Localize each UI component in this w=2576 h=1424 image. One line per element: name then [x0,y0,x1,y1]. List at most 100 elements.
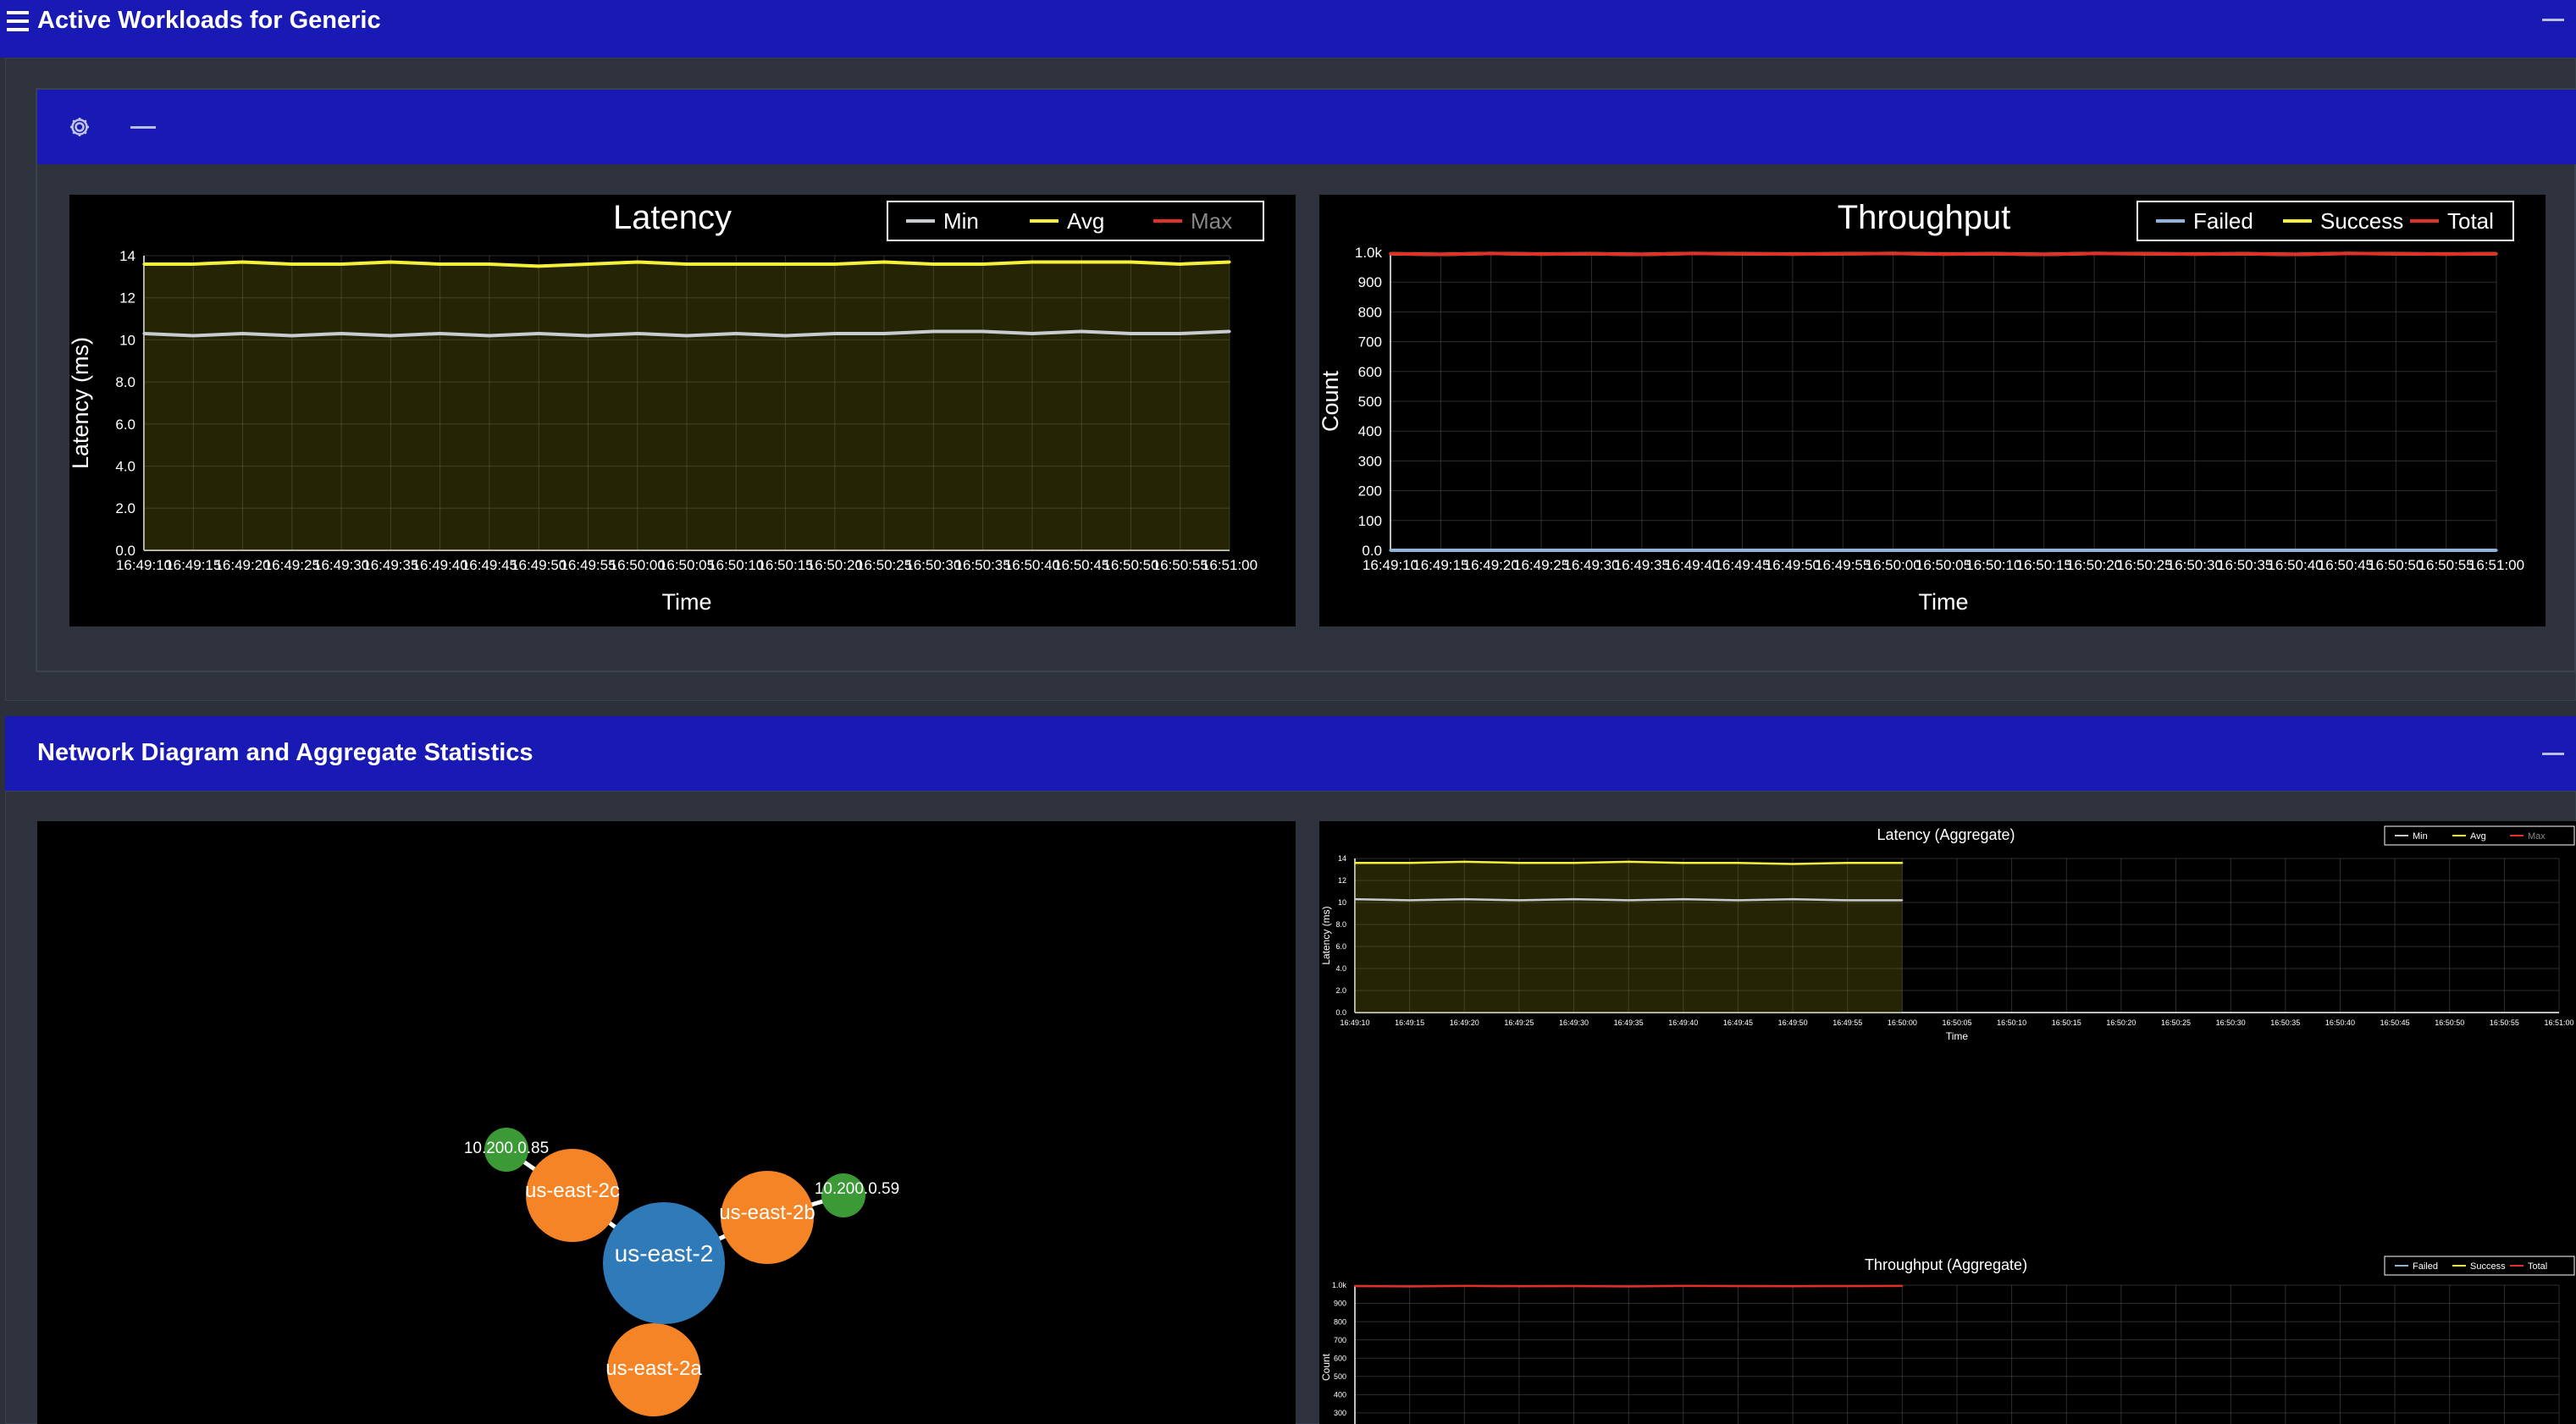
data-point-min [340,332,343,335]
data-point-avg [1628,860,1630,863]
x-tick-label: 16:50:30 [905,557,961,573]
y-tick-label: 900 [1358,274,1382,290]
throughput-aggregate-svg: 2003004005006007008009001.0kThroughput (… [1320,1256,2575,1424]
x-tick-label: 16:49:25 [264,557,320,573]
data-point-min [1408,899,1411,902]
data-point-failed [1640,549,1644,552]
x-tick-label: 16:50:25 [2161,1018,2191,1027]
data-point-total [1737,1285,1739,1288]
data-point-failed [1841,549,1844,552]
x-tick-label: 16:50:50 [1103,557,1158,573]
y-tick-label: 300 [1334,1409,1346,1417]
x-tick-label: 16:50:55 [2490,1018,2519,1027]
workloads-collapse-button[interactable] [2542,19,2564,21]
network-header: Network Diagram and Aggregate Statistics [5,716,2576,791]
data-point-total [1841,252,1844,256]
data-point-total [1640,252,1644,257]
x-tick-label: 16:50:50 [2435,1018,2464,1027]
data-point-total [1846,1285,1849,1288]
legend-label-total: Total [2528,1261,2547,1272]
data-point-failed [1892,549,1895,552]
x-tick-label: 16:49:35 [1614,557,1670,573]
data-point-total [1992,252,1995,256]
y-tick-label: 6.0 [115,417,135,433]
data-point-avg [586,262,590,266]
data-point-failed [1490,549,1493,552]
x-axis-label: Time [662,589,712,615]
x-tick-label: 16:49:20 [1463,557,1519,573]
data-point-min [1228,329,1231,334]
x-tick-label: 16:50:00 [1866,557,1921,573]
x-axis-label: Time [1919,589,1969,615]
x-tick-label: 16:49:45 [1723,1018,1753,1027]
data-point-total [2243,252,2247,256]
y-tick-label: 400 [1358,423,1382,439]
latency-chart-svg: 0.02.04.06.08.010121416:49:1016:49:1516:… [68,199,1264,615]
x-tick-label: 16:49:40 [1664,557,1720,573]
data-point-min [1792,898,1794,901]
x-tick-label: 16:50:20 [2066,557,2122,573]
charts-collapse-button[interactable] [130,126,156,129]
x-tick-label: 16:50:25 [2116,557,2172,573]
x-tick-label: 16:50:45 [1053,557,1109,573]
x-tick-label: 16:50:15 [2052,1018,2081,1027]
x-tick-label: 16:49:15 [1395,1018,1424,1027]
data-point-min [1901,899,1904,902]
y-axis-label: Latency (ms) [1320,906,1332,964]
data-point-min [537,332,540,335]
y-tick-label: 600 [1358,364,1382,380]
legend-label-failed: Failed [2193,208,2253,234]
x-tick-label: 16:49:10 [116,557,172,573]
throughput-chart: 0.0 100 200 300 400 500 600 700 800 900 1.0k 16:49:… [1318,195,2546,626]
data-point-avg [537,264,540,268]
network-diagram-svg: 10.200.0.85 10.200.0.59 us-east-2c us-ea… [464,1128,899,1416]
workloads-header: Active Workloads for Generic [0,0,2576,58]
data-point-total [2495,252,2498,256]
data-point-total [1408,1285,1411,1288]
chart-title: Latency [613,199,732,236]
gear-icon[interactable] [68,115,91,139]
y-tick-label: 1.0k [1332,1281,1347,1289]
data-point-min [586,334,590,338]
y-tick-label: 800 [1358,304,1382,320]
aggregate-charts: 0.0 2.0 4.0 6.0 8.0 10 12 14 16:49:10 16:49:15 16:… [1319,821,2576,1424]
y-tick-label: 1.0k [1355,245,1383,261]
data-point-failed [2495,549,2498,552]
x-tick-label: 16:49:50 [511,557,567,573]
data-point-min [1737,899,1739,902]
x-tick-label: 16:50:40 [2267,557,2323,573]
data-point-failed [2293,549,2297,552]
data-point-failed [2142,549,2147,552]
y-axis-label: Count [1319,370,1343,432]
data-point-avg [142,262,146,266]
data-point-failed [1439,549,1442,552]
data-point-total [1690,251,1694,256]
data-point-avg [1129,260,1133,264]
data-point-min [833,332,837,335]
x-tick-label: 16:49:15 [1412,557,1468,573]
data-point-avg [191,262,195,266]
chart-title: Throughput (Aggregate) [1865,1256,2027,1273]
data-point-total [2445,252,2448,256]
latency-chart: 0.0 2.0 4.0 6.0 8.0 10 12 14 16:49:10 16:49:15 16:… [68,195,1296,626]
data-point-failed [2243,549,2247,552]
data-point-total [1573,1285,1575,1288]
x-tick-label: 16:49:25 [1513,557,1569,573]
data-point-min [240,332,245,335]
data-point-min [142,332,146,335]
data-point-avg [1354,862,1356,864]
avg-area-fill [1355,861,1903,1013]
data-point-min [783,334,788,338]
network-collapse-button[interactable] [2542,753,2564,755]
data-point-total [1439,252,1442,257]
data-point-failed [1791,549,1794,552]
hamburger-menu-icon[interactable] [7,11,29,31]
x-tick-label: 16:49:45 [1714,557,1770,573]
network-diagram[interactable]: 10.200.0.85 10.200.0.59 us-east-2c us-ea… [37,821,1296,1424]
data-point-total [2293,252,2297,257]
y-tick-label: 4.0 [115,459,135,475]
node-region-label: us-east-2 [615,1240,714,1267]
data-point-avg [488,262,491,266]
data-point-avg [1682,862,1684,864]
x-tick-label: 16:49:55 [1832,1018,1862,1027]
